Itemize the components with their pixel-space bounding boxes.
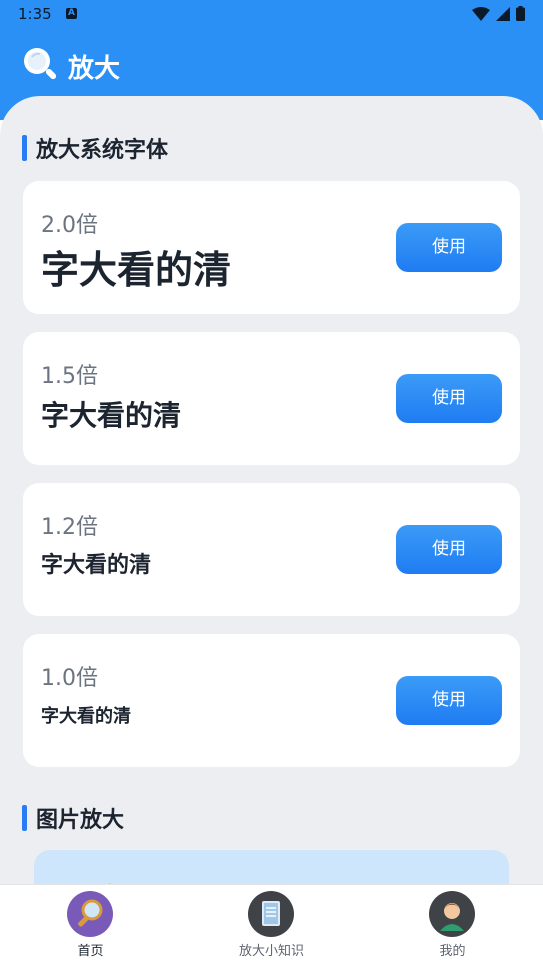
font-option-card-1-5[interactable]: 1.5倍 字大看的清 使用 <box>23 332 520 465</box>
status-icons <box>472 6 525 21</box>
font-option-card-1-0[interactable]: 1.0倍 字大看的清 使用 <box>23 634 520 767</box>
use-button-1-5[interactable]: 使用 <box>396 374 502 423</box>
section-title-image-zoom: 图片放大 <box>22 802 124 834</box>
magnifier-logo-icon <box>24 48 57 80</box>
use-button-1-0[interactable]: 使用 <box>396 676 502 725</box>
main-content[interactable]: 放大系统字体 2.0倍 字大看的清 使用 1.5倍 字大看的清 使用 1.2倍 … <box>0 96 543 886</box>
notebook-icon <box>248 891 294 937</box>
status-bar: 1:35 A <box>0 0 543 30</box>
notification-a-icon: A <box>66 8 77 19</box>
scale-label: 2.0倍 <box>41 213 98 238</box>
tab-label: 首页 <box>77 944 104 959</box>
section-title-system-font: 放大系统字体 <box>22 132 168 164</box>
scale-label: 1.0倍 <box>41 666 98 691</box>
tab-profile[interactable]: 我的 <box>362 885 543 968</box>
status-time: 1:35 <box>18 5 52 23</box>
image-zoom-banner[interactable] <box>34 850 509 886</box>
font-option-card-1-2[interactable]: 1.2倍 字大看的清 使用 <box>23 483 520 616</box>
use-button-1-2[interactable]: 使用 <box>396 525 502 574</box>
signal-icon <box>496 6 510 21</box>
bottom-tab-bar: 首页 放大小知识 我的 <box>0 884 543 968</box>
use-button-2-0[interactable]: 使用 <box>396 223 502 272</box>
scale-label: 1.2倍 <box>41 515 98 540</box>
tab-knowledge[interactable]: 放大小知识 <box>181 885 362 968</box>
tab-home[interactable]: 首页 <box>0 885 181 968</box>
tab-label: 放大小知识 <box>238 944 304 959</box>
tab-label: 我的 <box>439 944 466 959</box>
scale-label: 1.5倍 <box>41 364 98 389</box>
battery-icon <box>516 6 525 21</box>
wifi-icon <box>472 6 490 21</box>
user-avatar-icon <box>429 891 475 937</box>
sample-text: 字大看的清 <box>41 399 182 432</box>
font-option-card-2-0[interactable]: 2.0倍 字大看的清 使用 <box>23 181 520 314</box>
sample-text: 字大看的清 <box>41 553 152 578</box>
page-title: 放大 <box>68 54 121 84</box>
sample-text: 字大看的清 <box>41 706 131 727</box>
sample-text: 字大看的清 <box>41 248 232 292</box>
magnifier-icon <box>67 891 113 937</box>
